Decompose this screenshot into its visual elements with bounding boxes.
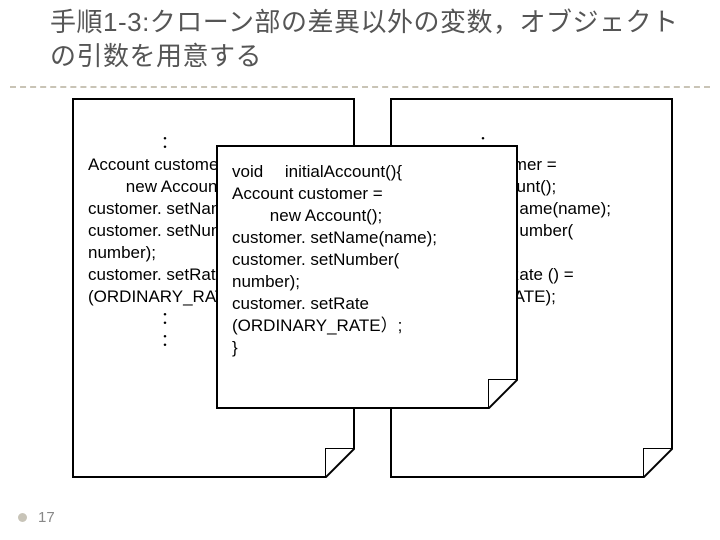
dog-ear-icon: [643, 448, 673, 478]
dog-ear-icon: [325, 448, 355, 478]
page-number: 17: [38, 509, 55, 526]
code-note-front: void initialAccount(){ Account customer …: [216, 145, 518, 409]
title-divider: [10, 86, 710, 88]
bullet-icon: [18, 513, 27, 522]
slide-title: 手順1-3:クローン部の差異以外の変数，オブジェクトの引数を用意する: [50, 6, 690, 74]
code-front: void initialAccount(){ Account customer …: [232, 161, 502, 359]
dog-ear-icon: [488, 379, 518, 409]
